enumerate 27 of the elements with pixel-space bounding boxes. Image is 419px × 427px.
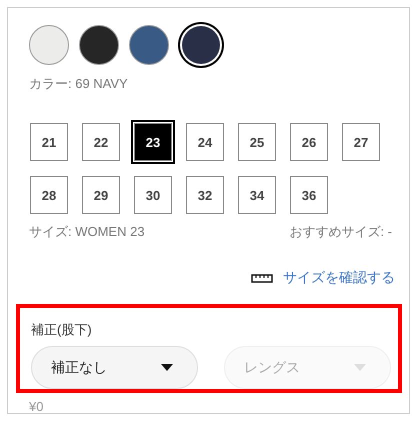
size-option[interactable]: 29 — [82, 176, 120, 214]
size-option[interactable]: 30 — [134, 176, 172, 214]
size-option[interactable]: 21 — [30, 123, 68, 161]
size-option[interactable]: 26 — [290, 123, 328, 161]
dropdown[interactable]: 補正なし — [31, 346, 198, 389]
size-option[interactable]: 25 — [238, 123, 276, 161]
color-swatch[interactable] — [79, 25, 119, 65]
size-option[interactable]: 28 — [30, 176, 68, 214]
alteration-title: 補正(股下) — [31, 321, 93, 339]
color-swatch[interactable] — [129, 25, 169, 65]
color-label: カラー: 69 NAVY — [29, 75, 129, 93]
caret-icon — [161, 364, 173, 371]
size-label: サイズ: WOMEN 23 — [29, 223, 145, 241]
price: ¥0 — [29, 399, 44, 414]
recommended-size: おすすめサイズ: - — [289, 223, 392, 241]
size-option[interactable]: 24 — [186, 123, 224, 161]
size-option[interactable]: 23 — [134, 123, 172, 161]
ruler-icon — [251, 274, 273, 282]
size-option[interactable]: 22 — [82, 123, 120, 161]
color-swatch[interactable] — [182, 26, 220, 64]
size-option[interactable]: 27 — [342, 123, 380, 161]
size-option[interactable]: 32 — [186, 176, 224, 214]
size-option[interactable]: 34 — [238, 176, 276, 214]
size-option[interactable]: 36 — [290, 176, 328, 214]
color-swatch[interactable] — [29, 25, 69, 65]
caret-icon — [354, 364, 366, 371]
size-check-link[interactable]: サイズを確認する — [283, 269, 395, 287]
